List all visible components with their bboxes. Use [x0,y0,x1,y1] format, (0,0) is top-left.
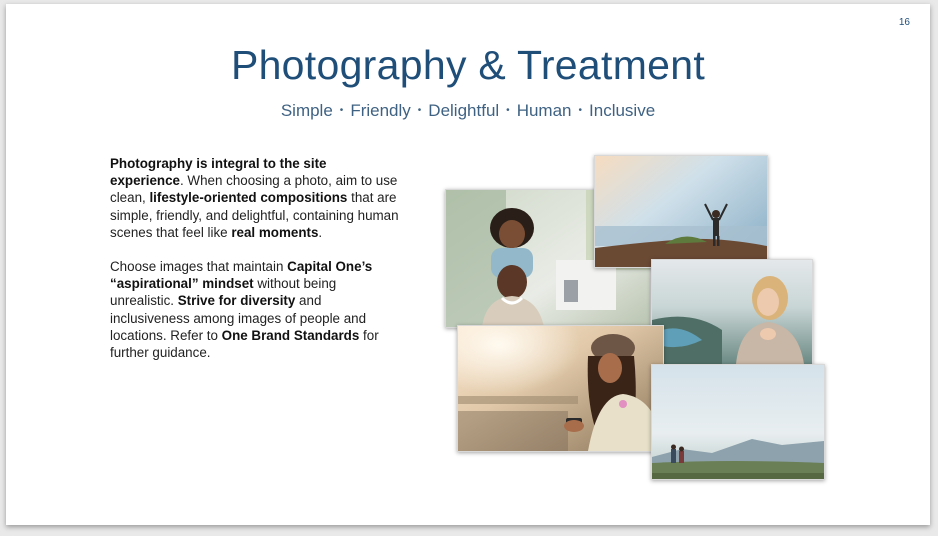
photo-cliff-hiker [594,155,768,268]
separator-dot: • [506,105,510,116]
subtitle-item: Inclusive [589,101,656,120]
paragraph-2: Choose images that maintain Capital One’… [110,258,400,361]
bold-text: lifestyle-oriented compositions [149,190,348,206]
text: Choose images that maintain [110,259,288,275]
slide: 16 Photography & Treatment Simple • Friend… [6,4,930,525]
text: . [318,224,323,240]
separator-dot: • [578,105,583,116]
subtitle-item: Human [516,101,572,120]
photo-hikers-landscape [651,364,825,480]
body-text: Photography is integral to the site expe… [110,155,400,378]
bold-text: real moments [231,224,319,240]
subtitle-item: Delightful [428,101,500,120]
photo-smiling-woman [651,259,813,365]
subtitle-item: Simple [280,101,333,120]
bold-text: One Brand Standards [221,327,360,343]
photo-woman-with-phone [457,325,664,452]
subtitle-item: Friendly [350,101,411,120]
paragraph-1: Photography is integral to the site expe… [110,155,400,241]
separator-dot: • [339,105,344,116]
subtitle-values: Simple • Friendly • Delightful • Human • Inclusi… [6,101,930,121]
page-number: 16 [898,17,910,28]
separator-dot: • [417,105,422,116]
slide-title: Photography & Treatment [230,42,706,88]
bold-text: Strive for diversity [177,293,296,309]
